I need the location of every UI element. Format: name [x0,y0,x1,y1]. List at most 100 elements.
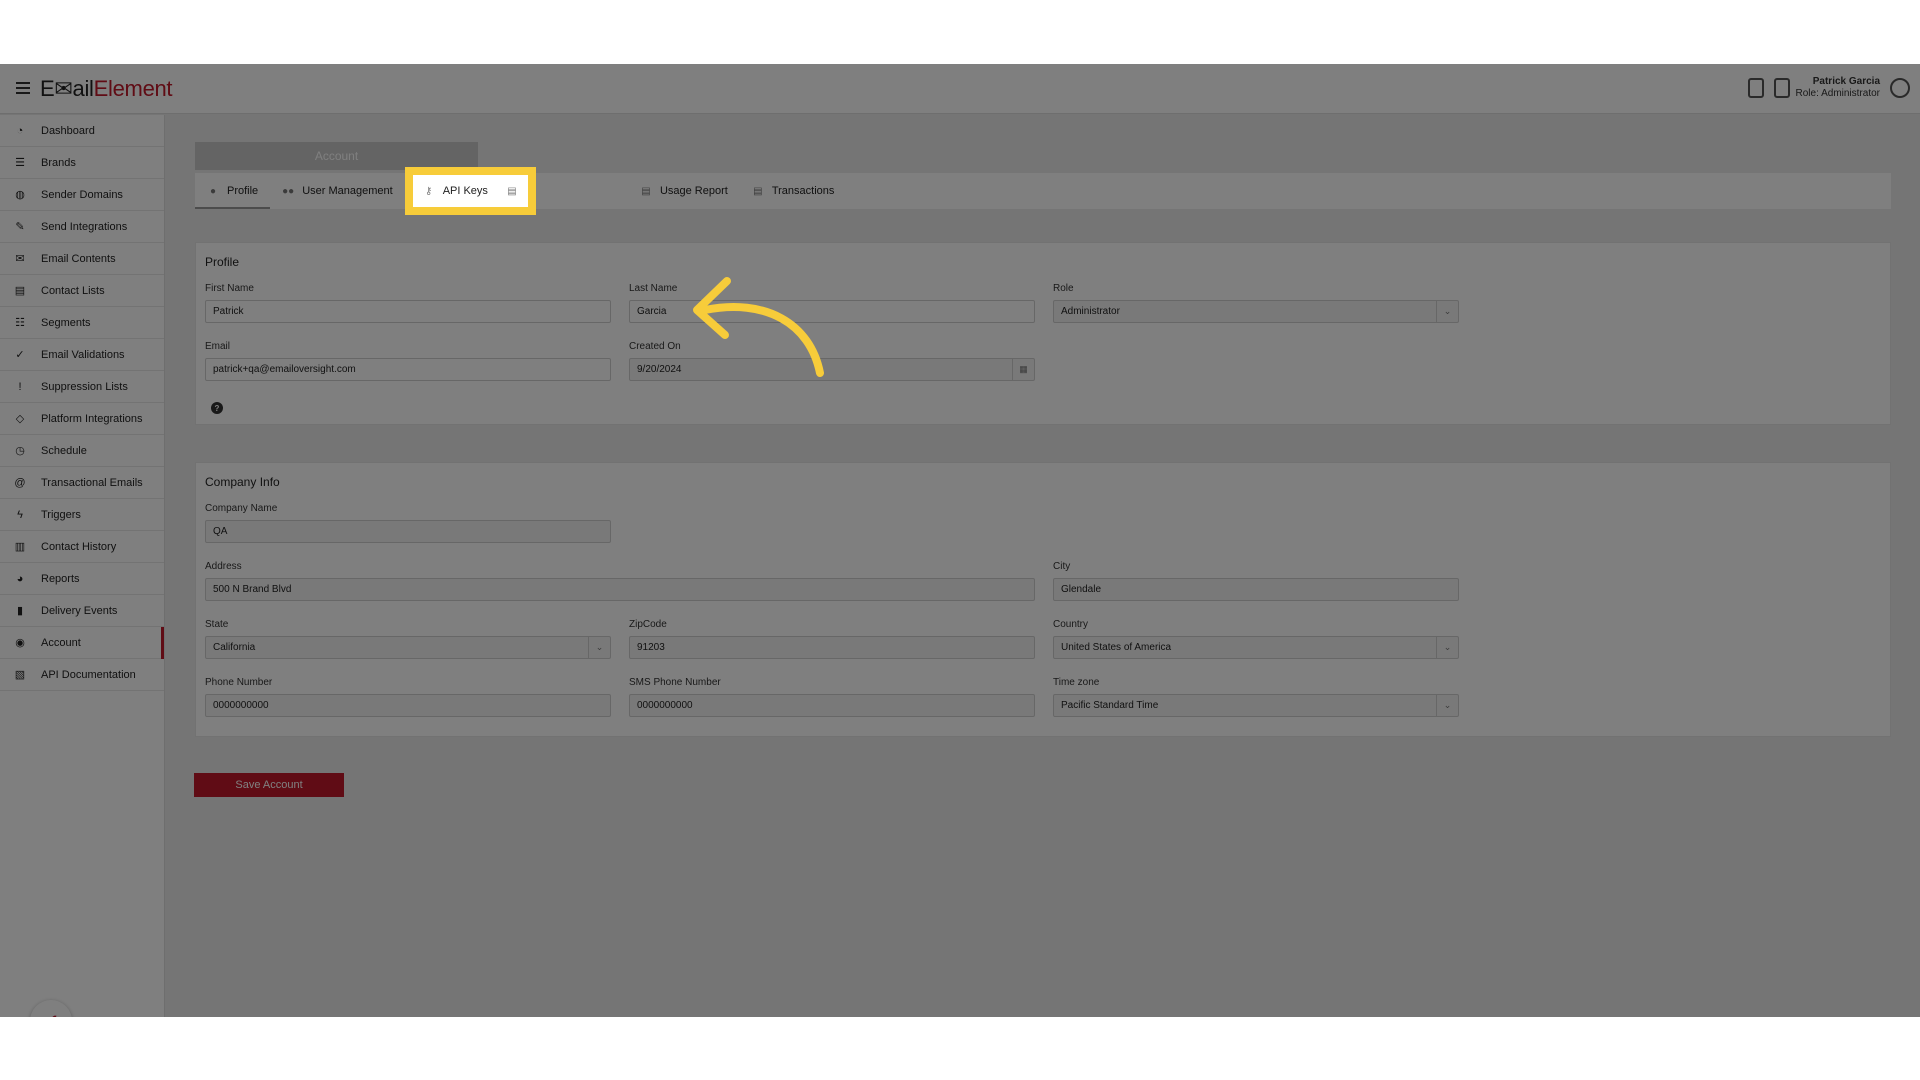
sidebar-item-account[interactable]: ◉ Account [0,627,164,659]
checklist-widget-icon[interactable]: ✔ [30,1000,72,1017]
sms-phone-input[interactable]: 0000000000 [629,694,1035,717]
sidebar-item-label: Account [41,636,81,649]
sidebar: ◔ Dashboard ☰ Brands ◍ Sender Domains ✎ Send In… [0,115,165,1017]
sidebar-item-email-validations[interactable]: ✓ Email Validations [0,339,164,371]
sidebar-item-api-documentation[interactable]: ▧ API Documentation [0,659,164,691]
sidebar-item-label: Email Validations [41,348,125,361]
state-select[interactable]: California ⌄ [205,636,611,659]
sidebar-item-contact-lists[interactable]: ▤ Contact Lists [0,275,164,307]
users-icon: ●● [282,185,295,197]
company-title: Company Info [205,475,280,489]
account-tabs: ● Profile ●● User Management ⚷ API Keys … [195,167,1891,215]
help-icon[interactable]: ? [211,402,223,414]
address-input[interactable]: 500 N Brand Blvd [205,578,1035,601]
sidebar-item-reports[interactable]: ◕ Reports [0,563,164,595]
hamburger-menu-icon[interactable] [16,82,30,94]
tab-billing[interactable] [530,173,628,209]
chevron-down-icon: ⌄ [588,637,610,658]
calendar-icon: ▦ [1012,359,1034,380]
save-account-button[interactable]: Save Account [194,773,344,797]
mobile-icon[interactable] [1748,78,1764,98]
sidebar-item-label: Email Contents [41,252,116,265]
tab-profile[interactable]: ● Profile [195,173,271,209]
logout-icon[interactable] [1774,78,1790,98]
check-circle-icon: ✓ [15,349,25,361]
sidebar-item-label: Contact History [41,540,117,553]
user-avatar-icon[interactable] [1890,78,1910,98]
sidebar-item-segments[interactable]: ☷ Segments [0,307,164,339]
profile-title: Profile [205,255,240,269]
sidebar-item-label: Suppression Lists [41,380,128,393]
sidebar-item-label: Transactional Emails [41,476,143,489]
document-icon: ▤ [507,185,517,197]
user-role: Role: Administrator [1795,88,1880,99]
annotation-arrow [693,277,824,377]
gauge-icon: ◔ [16,124,24,137]
sidebar-item-send-integrations[interactable]: ✎ Send Integrations [0,211,164,243]
country-label: Country [1053,619,1089,630]
country-select[interactable]: United States of America ⌄ [1053,636,1459,659]
envelope-icon: ✉ [15,253,25,265]
sidebar-item-transactional-emails[interactable]: @ Transactional Emails [0,467,164,499]
city-input[interactable]: Glendale [1053,578,1459,601]
address-label: Address [205,561,242,572]
sidebar-item-triggers[interactable]: ϟ Triggers [0,499,164,531]
sidebar-item-delivery-events[interactable]: ▮ Delivery Events [0,595,164,627]
company-name-label: Company Name [205,503,278,514]
app-logo[interactable]: E✉ailElement [40,76,173,102]
tab-transactions[interactable]: ▤ Transactions [740,173,847,209]
sms-phone-label: SMS Phone Number [629,677,721,688]
sidebar-item-dashboard[interactable]: ◔ Dashboard [0,115,164,147]
timezone-label: Time zone [1053,677,1100,688]
profile-card: Profile First Name Patrick Last Name Gar… [195,242,1891,425]
company-card: Company Info Company Name QA Address 500… [195,462,1891,737]
role-select[interactable]: Administrator ⌄ [1053,300,1459,323]
tab-user-management[interactable]: ●● User Management [270,173,405,209]
chevron-down-icon: ⌄ [1436,637,1458,658]
segments-icon: ☷ [15,317,25,329]
email-input[interactable]: patrick+qa@emailoversight.com [205,358,611,381]
phone-label: Phone Number [205,677,273,688]
sidebar-item-label: Delivery Events [41,604,118,617]
at-icon: @ [14,476,26,489]
tab-usage-report[interactable]: ▤ Usage Report [628,173,740,209]
sidebar-item-label: Send Integrations [41,220,128,233]
sidebar-item-label: Triggers [41,508,81,521]
bar-chart-icon: ▮ [16,605,24,617]
bolt-icon: ϟ [17,508,23,521]
sidebar-item-contact-history[interactable]: ▥ Contact History [0,531,164,563]
user-name: Patrick Garcia [1812,76,1880,87]
sidebar-item-label: Reports [41,572,80,585]
sidebar-item-brands[interactable]: ☰ Brands [0,147,164,179]
sidebar-item-schedule[interactable]: ◷ Schedule [0,435,164,467]
email-label: Email [205,341,231,352]
sidebar-item-label: Dashboard [41,124,95,137]
zipcode-input[interactable]: 91203 [629,636,1035,659]
sidebar-item-label: Contact Lists [41,284,105,297]
globe-icon: ◍ [15,189,25,201]
phone-input[interactable]: 0000000000 [205,694,611,717]
user-info: Patrick Garcia Role: Administrator [1796,76,1880,100]
company-name-input[interactable]: QA [205,520,611,543]
envelope-logo-icon: ✉ [54,76,73,101]
first-name-input[interactable]: Patrick [205,300,611,323]
clipboard-icon: ▤ [14,285,26,297]
sidebar-item-sender-domains[interactable]: ◍ Sender Domains [0,179,164,211]
account-header: Account [195,142,478,170]
sidebar-item-email-contents[interactable]: ✉ Email Contents [0,243,164,275]
sidebar-item-platform-integrations[interactable]: ◇ Platform Integrations [0,403,164,435]
history-icon: ▥ [14,541,26,553]
sidebar-item-suppression-lists[interactable]: ! Suppression Lists [0,371,164,403]
sidebar-item-label: Segments [41,316,91,329]
city-label: City [1053,561,1071,572]
tab-api-keys[interactable]: ⚷ API Keys ▤ [404,167,536,215]
top-bar: E✉ailElement Patrick Garcia Role: Admini… [0,64,1920,114]
sidebar-item-label: API Documentation [41,668,136,681]
alert-circle-icon: ! [18,380,22,393]
sidebar-item-label: Schedule [41,444,87,457]
role-label: Role [1053,283,1074,294]
chevron-down-icon: ⌄ [1436,695,1458,716]
list-icon: ☰ [15,157,25,169]
timezone-select[interactable]: Pacific Standard Time ⌄ [1053,694,1459,717]
pie-icon: ◕ [16,572,24,585]
